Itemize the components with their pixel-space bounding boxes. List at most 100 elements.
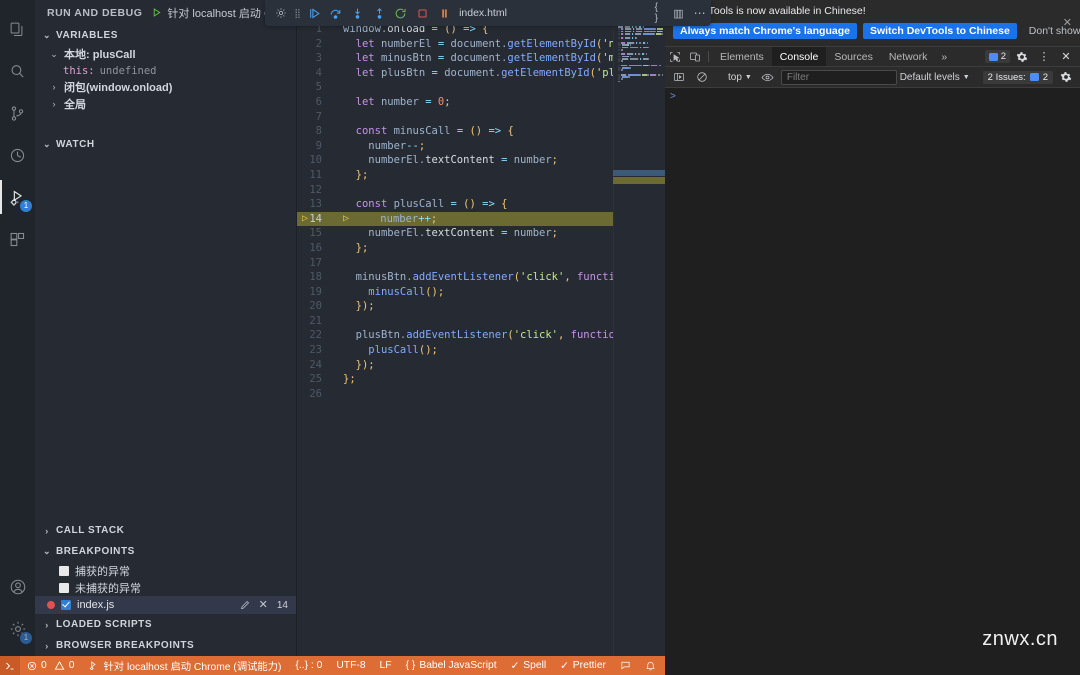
encoding-button[interactable]: UTF-8 <box>329 656 372 675</box>
restart-button[interactable] <box>390 2 412 24</box>
tab-console[interactable]: Console <box>771 47 827 66</box>
manage-settings-button[interactable]: 1 <box>0 608 35 650</box>
code-line[interactable]: 26 <box>297 387 665 402</box>
code-line[interactable]: 13 const plusCall = () => { <box>297 197 665 212</box>
device-toolbar-icon[interactable] <box>685 47 705 66</box>
debug-session-status[interactable]: 针对 localhost 启动 Chrome (调试能力) <box>82 656 289 675</box>
console-output-area[interactable]: > znwx.cn <box>665 88 1080 675</box>
tab-sources[interactable]: Sources <box>826 47 881 66</box>
code-line[interactable]: 21 <box>297 314 665 329</box>
play-icon[interactable] <box>151 7 162 18</box>
code-line[interactable]: 4 let plusBtn = document.getElementById(… <box>297 66 665 81</box>
clear-console-icon[interactable] <box>692 71 712 83</box>
notifications-bell-icon[interactable] <box>638 656 665 675</box>
breakpoint-caught-exceptions[interactable]: 捕获的异常 <box>35 562 296 579</box>
execution-context-selector[interactable]: top ▼ <box>725 72 755 83</box>
section-loaded-scripts-header[interactable]: › LOADED SCRIPTS <box>35 614 296 635</box>
breakpoint-item-index-js[interactable]: index.js ✕ 14 <box>35 596 296 614</box>
code-line[interactable]: 12 <box>297 183 665 198</box>
code-line[interactable]: 20 }); <box>297 299 665 314</box>
sidebar-item-source-control[interactable] <box>0 92 35 134</box>
more-tabs-icon[interactable]: » <box>935 47 953 66</box>
close-icon[interactable]: ✕ <box>1063 16 1072 29</box>
prettier-button[interactable]: ✓ Prettier <box>553 656 613 675</box>
code-line[interactable]: 7 <box>297 110 665 125</box>
brackets-icon[interactable]: { } <box>655 2 664 24</box>
code-line[interactable]: 17 <box>297 256 665 271</box>
pencil-icon[interactable] <box>240 600 250 610</box>
code-line[interactable]: 6 let number = 0; <box>297 95 665 110</box>
spell-checker-button[interactable]: ✓ Spell <box>504 656 554 675</box>
layout-icon[interactable]: ▥ <box>673 7 683 20</box>
section-variables-header[interactable]: ⌄ VARIABLES <box>35 25 296 46</box>
variable-scope-global[interactable]: › 全局 <box>35 96 296 113</box>
minimap[interactable] <box>613 22 665 656</box>
gear-icon[interactable] <box>1012 51 1032 63</box>
remote-indicator-button[interactable] <box>0 656 21 675</box>
inspect-element-icon[interactable] <box>665 47 685 66</box>
feedback-button[interactable] <box>613 656 638 675</box>
close-icon[interactable]: ✕ <box>1056 50 1076 63</box>
variable-scope-closure[interactable]: › 闭包(window.onload) <box>35 79 296 96</box>
code-line[interactable]: 15 numberEl.textContent = number; <box>297 226 665 241</box>
sidebar-item-extensions[interactable] <box>0 218 35 260</box>
code-editor[interactable]: 1 window.onload = () => {2 let numberEl =… <box>297 22 665 656</box>
language-mode-button[interactable]: { } Babel JavaScript <box>399 656 504 675</box>
breakpoint-uncaught-exceptions[interactable]: 未捕获的异常 <box>35 579 296 596</box>
checkbox[interactable] <box>59 582 69 593</box>
checkbox[interactable] <box>59 565 69 576</box>
code-line[interactable]: 3 let minusBtn = document.getElementById… <box>297 51 665 66</box>
problems-button[interactable]: 0 0 <box>20 656 81 675</box>
step-over-button[interactable] <box>325 2 347 24</box>
console-prompt-row[interactable]: > <box>665 91 1080 103</box>
code-line[interactable]: ▷ ▷ 14 number++; <box>297 211 665 227</box>
more-vertical-icon[interactable]: ⋮ <box>1034 50 1054 63</box>
sidebar-item-run-and-debug[interactable]: 1 <box>0 176 35 218</box>
variable-this[interactable]: this: undefined <box>35 63 296 80</box>
stop-button[interactable] <box>412 2 434 24</box>
code-line[interactable]: 25}; <box>297 372 665 387</box>
log-levels-selector[interactable]: Default levels ▼ <box>900 72 970 83</box>
tab-network[interactable]: Network <box>881 47 936 66</box>
sidebar-item-search[interactable] <box>0 50 35 92</box>
step-out-button[interactable] <box>368 2 390 24</box>
checkbox[interactable] <box>61 600 71 610</box>
eol-button[interactable]: LF <box>373 656 399 675</box>
switch-to-chinese-button[interactable]: Switch DevTools to Chinese <box>862 23 1017 39</box>
code-lines[interactable]: 1 window.onload = () => {2 let numberEl =… <box>297 22 665 401</box>
tab-elements[interactable]: Elements <box>712 47 772 66</box>
console-filter-input[interactable]: Filter <box>780 69 897 85</box>
debug-toolbar[interactable]: ⣿ index.html {} ▥ ⋯ <box>265 0 711 26</box>
code-line[interactable]: 5 <box>297 80 665 95</box>
code-line[interactable]: 10 numberEl.textContent = number; <box>297 153 665 168</box>
step-into-button[interactable] <box>347 2 369 24</box>
sidebar-item-explorer[interactable] <box>0 8 35 50</box>
close-icon[interactable]: ✕ <box>259 599 268 611</box>
section-breakpoints-header[interactable]: ⌄ BREAKPOINTS <box>35 541 296 562</box>
code-line[interactable]: 9 number--; <box>297 139 665 154</box>
continue-button[interactable] <box>303 2 325 24</box>
code-line[interactable]: 2 let numberEl = document.getElementById… <box>297 37 665 52</box>
code-line[interactable]: 11 }; <box>297 168 665 183</box>
code-line[interactable]: 18 minusBtn.addEventListener('click', fu… <box>297 270 665 285</box>
gear-icon[interactable] <box>1056 71 1076 83</box>
gear-icon[interactable] <box>270 2 292 24</box>
section-call-stack-header[interactable]: › CALL STACK <box>35 520 296 541</box>
code-line[interactable]: 22 plusBtn.addEventListener('click', fun… <box>297 328 665 343</box>
console-sidebar-icon[interactable] <box>669 71 689 83</box>
sidebar-item-debug-alt[interactable] <box>0 134 35 176</box>
code-line[interactable]: 16 }; <box>297 241 665 256</box>
message-count-badge[interactable]: 2 <box>984 50 1010 63</box>
more-actions-icon[interactable]: ⋯ <box>694 6 706 20</box>
editor-selection[interactable]: {..} : 0 <box>288 656 329 675</box>
variable-scope-local[interactable]: ⌄ 本地: plusCall <box>35 46 296 63</box>
drag-handle-icon[interactable]: ⣿ <box>292 8 304 19</box>
code-line[interactable]: 23 plusCall(); <box>297 343 665 358</box>
section-browser-breakpoints-header[interactable]: › BROWSER BREAKPOINTS <box>35 635 296 656</box>
code-line[interactable]: 8 const minusCall = () => { <box>297 124 665 139</box>
code-line[interactable]: 24 }); <box>297 358 665 373</box>
issues-badge[interactable]: 2 Issues: 2 <box>982 70 1053 84</box>
code-line[interactable]: 19 minusCall(); <box>297 285 665 300</box>
accounts-button[interactable] <box>0 566 35 608</box>
section-watch-header[interactable]: ⌄ WATCH <box>35 134 296 155</box>
